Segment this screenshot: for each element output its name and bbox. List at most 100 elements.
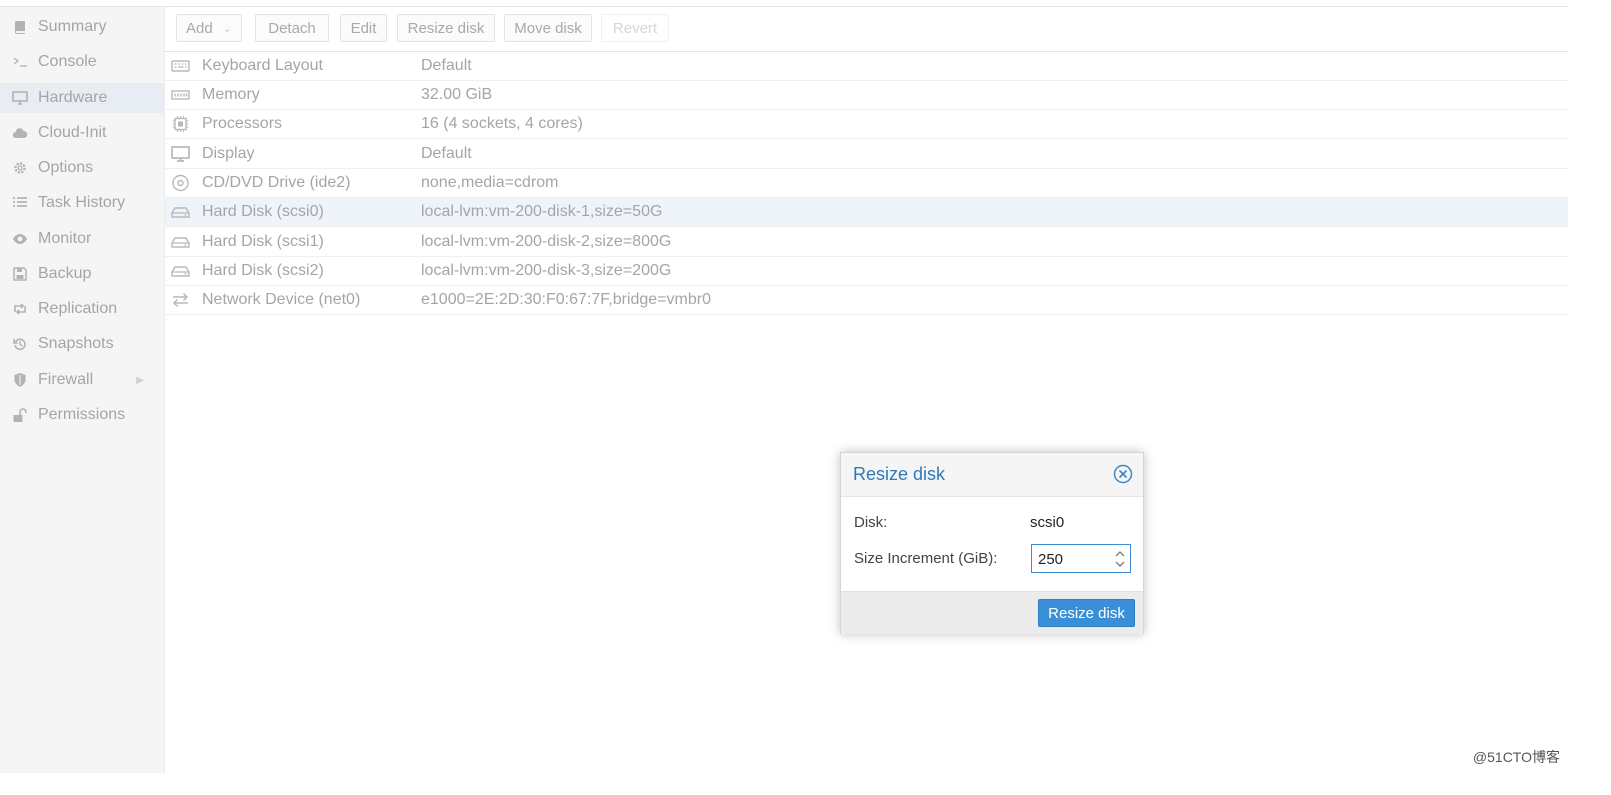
row-value: Default [421,57,472,74]
resize-disk-button-label: Resize disk [407,19,485,37]
table-row[interactable]: Hard Disk (scsi1) local-lvm:vm-200-disk-… [165,228,1568,257]
table-row[interactable]: CD/DVD Drive (ide2) none,media=cdrom [165,169,1568,198]
row-name: Hard Disk (scsi1) [202,233,324,250]
sidebar-item-task-history[interactable]: Task History [0,188,164,218]
retweet-icon [11,300,29,318]
size-increment-field[interactable] [1031,544,1131,573]
sidebar-item-label: Options [38,159,94,176]
sidebar-item-permissions[interactable]: Permissions [0,400,164,430]
row-name: Network Device (net0) [202,291,361,308]
size-increment-input[interactable] [1038,549,1108,569]
sidebar-item-label: Summary [38,18,107,35]
row-value: none,media=cdrom [421,174,559,191]
row-value: e1000=2E:2D:30:F0:67:7F,bridge=vmbr0 [421,291,711,308]
hardware-toolbar: Add ⌄ Detach Edit Resize disk Move disk … [165,7,1568,52]
detach-button-label: Detach [268,19,316,37]
resize-disk-dialog: Resize disk Disk: scsi0 Size Increment (… [840,452,1144,634]
top-border [0,0,1568,7]
sidebar-item-label: Task History [38,194,126,211]
unlock-icon [11,406,29,424]
display-icon [170,145,190,163]
row-value: 32.00 GiB [421,86,493,103]
table-row[interactable]: Display Default [165,140,1568,169]
hdd-icon [170,262,190,280]
edit-button-label: Edit [350,19,377,37]
eye-icon [11,230,29,248]
disk-label: Disk: [854,514,888,531]
dialog-title: Resize disk [853,464,946,484]
sidebar-item-label: Replication [38,300,118,317]
chevron-right-icon[interactable]: ▶ [136,375,144,386]
move-disk-button-label: Move disk [514,19,582,37]
row-name: Processors [202,115,283,132]
spinner-updown-icon[interactable] [1114,548,1126,570]
sidebar-item-label: Permissions [38,406,126,423]
monitor-icon [11,89,29,107]
submit-button-label: Resize disk [1048,604,1125,622]
watermark: @51CTO博客 [1472,749,1560,765]
row-value: local-lvm:vm-200-disk-1,size=50G [421,203,663,220]
row-name: Keyboard Layout [202,57,323,74]
row-value: local-lvm:vm-200-disk-2,size=800G [421,233,672,250]
sidebar-item-hardware[interactable]: Hardware [0,83,164,113]
close-circle-icon[interactable] [1113,464,1133,484]
row-name: CD/DVD Drive (ide2) [202,174,351,191]
sidebar: Summary Console Hardware Cloud-Init Opti… [0,7,165,773]
sidebar-item-label: Monitor [38,230,92,247]
row-value: 16 (4 sockets, 4 cores) [421,115,583,132]
sidebar-item-label: Cloud-Init [38,124,107,141]
sidebar-item-monitor[interactable]: Monitor [0,224,164,254]
sidebar-item-label: Snapshots [38,335,114,352]
table-row[interactable]: Processors 16 (4 sockets, 4 cores) [165,110,1568,139]
cdrom-icon [170,174,190,192]
gear-icon [11,159,29,177]
sidebar-item-label: Backup [38,265,92,282]
keyboard-icon [170,57,190,75]
cpu-icon [170,115,190,133]
disk-value: scsi0 [1030,514,1065,531]
sidebar-item-cloud-init[interactable]: Cloud-Init [0,118,164,148]
cloud-icon [11,124,29,142]
sidebar-item-label: Firewall [38,371,94,388]
table-row[interactable]: Network Device (net0) e1000=2E:2D:30:F0:… [165,286,1568,315]
chevron-down-icon: ⌄ [222,22,232,35]
book-icon [11,18,29,36]
list-icon [11,194,29,212]
add-button[interactable]: Add ⌄ [176,14,242,42]
move-disk-button[interactable]: Move disk [504,14,592,42]
shield-icon [11,371,29,389]
sidebar-item-label: Hardware [38,89,108,106]
add-button-label: Add [186,19,213,37]
hdd-icon [170,203,190,221]
terminal-icon [11,53,29,71]
table-row[interactable]: Hard Disk (scsi2) local-lvm:vm-200-disk-… [165,257,1568,286]
revert-button[interactable]: Revert [601,14,669,42]
table-row-selected[interactable]: Hard Disk (scsi0) local-lvm:vm-200-disk-… [165,198,1568,227]
revert-button-label: Revert [612,19,658,37]
resize-disk-submit-button[interactable]: Resize disk [1038,599,1135,627]
resize-disk-button[interactable]: Resize disk [397,14,495,42]
sidebar-item-summary[interactable]: Summary [0,12,164,42]
floppy-icon [11,265,29,283]
sidebar-item-options[interactable]: Options [0,153,164,183]
row-name: Memory [202,86,260,103]
sidebar-item-firewall[interactable]: Firewall ▶ [0,365,164,395]
row-name: Hard Disk (scsi0) [202,203,324,220]
sidebar-item-backup[interactable]: Backup [0,259,164,289]
sidebar-item-console[interactable]: Console [0,47,164,77]
history-icon [11,335,29,353]
sidebar-item-replication[interactable]: Replication [0,294,164,324]
edit-button[interactable]: Edit [340,14,387,42]
dialog-footer: Resize disk [841,591,1143,634]
table-row[interactable]: Memory 32.00 GiB [165,81,1568,110]
row-name: Hard Disk (scsi2) [202,262,324,279]
table-row[interactable]: Keyboard Layout Default [165,52,1568,81]
hdd-icon [170,233,190,251]
row-value: Default [421,145,472,162]
dialog-header[interactable]: Resize disk [841,453,1143,497]
detach-button[interactable]: Detach [255,14,329,42]
sidebar-item-label: Console [38,53,97,70]
sidebar-item-snapshots[interactable]: Snapshots [0,329,164,359]
size-increment-label: Size Increment (GiB): [854,550,998,567]
row-value: local-lvm:vm-200-disk-3,size=200G [421,262,672,279]
